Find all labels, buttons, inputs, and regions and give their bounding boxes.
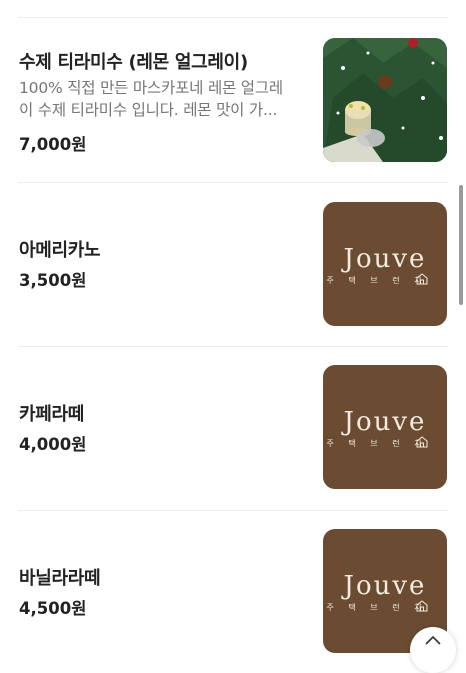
menu-item-title: 아메리카노 [19, 240, 101, 261]
description-line: 이 수제 티라미수 입니다. 레몬 맛이 가... [19, 101, 278, 119]
menu-item-price: 7,000원 [19, 135, 87, 154]
jouve-logo: Jouve 주 택 브 런 치 [327, 407, 428, 448]
logo-word: Jouve [341, 571, 427, 601]
menu-item-vanilla-latte[interactable]: 바닐라라떼 4,500원 Jouve 주 택 브 런 치 [0, 511, 466, 653]
logo-subtitle: 주 택 브 런 치 [327, 438, 428, 448]
menu-item-photo[interactable]: Jouve 주 택 브 런 치 [323, 202, 447, 326]
menu-item-tiramisu[interactable]: 수제 티라미수 (레몬 얼그레이) 100% 직접 만든 마스카포네 레몬 얼그… [0, 18, 466, 182]
menu-item-photo[interactable] [323, 38, 447, 162]
menu-item-americano[interactable]: 아메리카노 3,500원 Jouve 주 택 브 런 치 [0, 183, 466, 347]
menu-item-price: 4,500원 [19, 599, 87, 618]
menu-list: 수제 티라미수 (레몬 얼그레이) 100% 직접 만든 마스카포네 레몬 얼그… [0, 0, 466, 673]
logo-subtitle: 주 택 브 런 치 [327, 602, 428, 612]
jouve-logo: Jouve 주 택 브 런 치 [327, 244, 428, 285]
logo-word: Jouve [341, 244, 427, 274]
menu-item-photo[interactable]: Jouve 주 택 브 런 치 [323, 365, 447, 489]
menu-item-title: 바닐라라떼 [19, 568, 101, 589]
logo-word: Jouve [341, 407, 427, 437]
menu-item-description: 100% 직접 만든 마스카포네 레몬 얼그레 이 수제 티라미수 입니다. 레… [19, 77, 303, 121]
menu-item-title: 카페라떼 [19, 404, 85, 425]
menu-item-cafe-latte[interactable]: 카페라떼 4,000원 Jouve 주 택 브 런 치 [0, 347, 466, 511]
logo-subtitle: 주 택 브 런 치 [327, 275, 428, 285]
menu-item-title: 수제 티라미수 (레몬 얼그레이) [19, 52, 248, 73]
scroll-to-top-button[interactable] [410, 627, 456, 673]
menu-item-price: 3,500원 [19, 271, 87, 290]
christmas-tree-photo [323, 38, 447, 162]
description-line: 100% 직접 만든 마스카포네 레몬 얼그레 [19, 79, 283, 97]
menu-item-price: 4,000원 [19, 435, 87, 454]
scrollbar[interactable] [459, 185, 463, 305]
